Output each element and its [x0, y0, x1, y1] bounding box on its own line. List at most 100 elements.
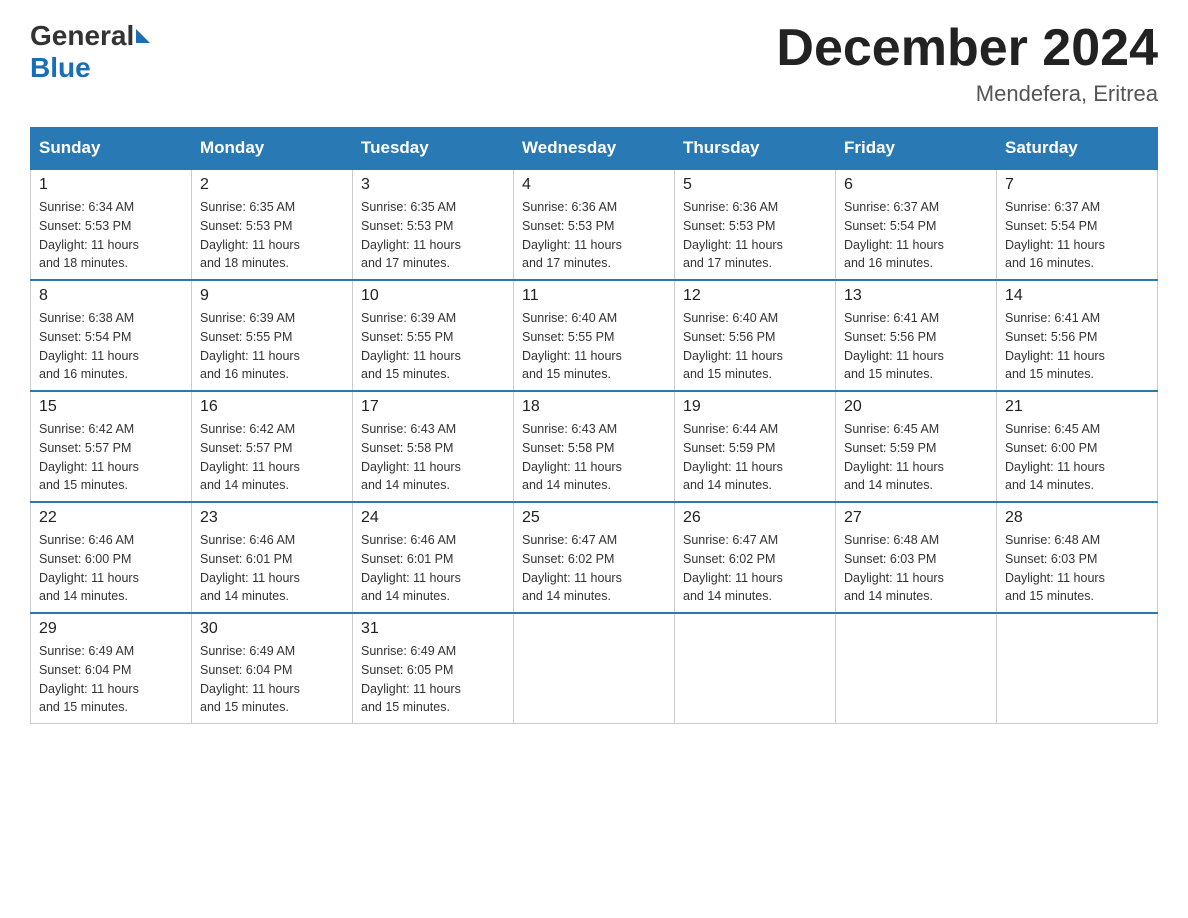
- day-number: 8: [39, 287, 183, 305]
- day-info: Sunrise: 6:35 AM Sunset: 5:53 PM Dayligh…: [361, 198, 505, 273]
- calendar-cell: 19 Sunrise: 6:44 AM Sunset: 5:59 PM Dayl…: [675, 391, 836, 502]
- logo-triangle-icon: [136, 29, 150, 43]
- day-info: Sunrise: 6:44 AM Sunset: 5:59 PM Dayligh…: [683, 420, 827, 495]
- calendar-week-row: 29 Sunrise: 6:49 AM Sunset: 6:04 PM Dayl…: [31, 613, 1158, 724]
- header-day-thursday: Thursday: [675, 128, 836, 170]
- day-info: Sunrise: 6:48 AM Sunset: 6:03 PM Dayligh…: [844, 531, 988, 606]
- day-info: Sunrise: 6:39 AM Sunset: 5:55 PM Dayligh…: [361, 309, 505, 384]
- day-number: 2: [200, 176, 344, 194]
- calendar-cell: 29 Sunrise: 6:49 AM Sunset: 6:04 PM Dayl…: [31, 613, 192, 724]
- location-subtitle: Mendefera, Eritrea: [776, 81, 1158, 107]
- calendar-week-row: 22 Sunrise: 6:46 AM Sunset: 6:00 PM Dayl…: [31, 502, 1158, 613]
- calendar-cell: 6 Sunrise: 6:37 AM Sunset: 5:54 PM Dayli…: [836, 169, 997, 280]
- day-info: Sunrise: 6:34 AM Sunset: 5:53 PM Dayligh…: [39, 198, 183, 273]
- day-number: 25: [522, 509, 666, 527]
- day-info: Sunrise: 6:38 AM Sunset: 5:54 PM Dayligh…: [39, 309, 183, 384]
- calendar-cell: 24 Sunrise: 6:46 AM Sunset: 6:01 PM Dayl…: [353, 502, 514, 613]
- calendar-cell: [997, 613, 1158, 724]
- header-day-monday: Monday: [192, 128, 353, 170]
- calendar-week-row: 15 Sunrise: 6:42 AM Sunset: 5:57 PM Dayl…: [31, 391, 1158, 502]
- day-number: 28: [1005, 509, 1149, 527]
- day-number: 17: [361, 398, 505, 416]
- calendar-cell: 26 Sunrise: 6:47 AM Sunset: 6:02 PM Dayl…: [675, 502, 836, 613]
- day-number: 10: [361, 287, 505, 305]
- day-number: 1: [39, 176, 183, 194]
- day-number: 6: [844, 176, 988, 194]
- logo-blue-text: Blue: [30, 52, 91, 83]
- calendar-header-row: SundayMondayTuesdayWednesdayThursdayFrid…: [31, 128, 1158, 170]
- day-number: 31: [361, 620, 505, 638]
- day-info: Sunrise: 6:49 AM Sunset: 6:04 PM Dayligh…: [200, 642, 344, 717]
- header-day-tuesday: Tuesday: [353, 128, 514, 170]
- day-number: 7: [1005, 176, 1149, 194]
- day-number: 27: [844, 509, 988, 527]
- day-number: 4: [522, 176, 666, 194]
- page-header: General Blue December 2024 Mendefera, Er…: [30, 20, 1158, 107]
- logo-general-text: General: [30, 20, 134, 52]
- day-info: Sunrise: 6:37 AM Sunset: 5:54 PM Dayligh…: [1005, 198, 1149, 273]
- calendar-cell: 15 Sunrise: 6:42 AM Sunset: 5:57 PM Dayl…: [31, 391, 192, 502]
- day-number: 14: [1005, 287, 1149, 305]
- calendar-cell: 14 Sunrise: 6:41 AM Sunset: 5:56 PM Dayl…: [997, 280, 1158, 391]
- calendar-cell: 21 Sunrise: 6:45 AM Sunset: 6:00 PM Dayl…: [997, 391, 1158, 502]
- calendar-cell: 5 Sunrise: 6:36 AM Sunset: 5:53 PM Dayli…: [675, 169, 836, 280]
- header-day-saturday: Saturday: [997, 128, 1158, 170]
- calendar-week-row: 8 Sunrise: 6:38 AM Sunset: 5:54 PM Dayli…: [31, 280, 1158, 391]
- header-day-sunday: Sunday: [31, 128, 192, 170]
- calendar-cell: 13 Sunrise: 6:41 AM Sunset: 5:56 PM Dayl…: [836, 280, 997, 391]
- day-info: Sunrise: 6:39 AM Sunset: 5:55 PM Dayligh…: [200, 309, 344, 384]
- day-info: Sunrise: 6:40 AM Sunset: 5:55 PM Dayligh…: [522, 309, 666, 384]
- day-number: 18: [522, 398, 666, 416]
- calendar-week-row: 1 Sunrise: 6:34 AM Sunset: 5:53 PM Dayli…: [31, 169, 1158, 280]
- day-number: 13: [844, 287, 988, 305]
- day-info: Sunrise: 6:49 AM Sunset: 6:04 PM Dayligh…: [39, 642, 183, 717]
- day-number: 30: [200, 620, 344, 638]
- calendar-cell: 28 Sunrise: 6:48 AM Sunset: 6:03 PM Dayl…: [997, 502, 1158, 613]
- calendar-cell: 4 Sunrise: 6:36 AM Sunset: 5:53 PM Dayli…: [514, 169, 675, 280]
- calendar-cell: 7 Sunrise: 6:37 AM Sunset: 5:54 PM Dayli…: [997, 169, 1158, 280]
- day-number: 3: [361, 176, 505, 194]
- day-number: 19: [683, 398, 827, 416]
- calendar-cell: 12 Sunrise: 6:40 AM Sunset: 5:56 PM Dayl…: [675, 280, 836, 391]
- calendar-cell: 8 Sunrise: 6:38 AM Sunset: 5:54 PM Dayli…: [31, 280, 192, 391]
- calendar-cell: 3 Sunrise: 6:35 AM Sunset: 5:53 PM Dayli…: [353, 169, 514, 280]
- calendar-cell: 30 Sunrise: 6:49 AM Sunset: 6:04 PM Dayl…: [192, 613, 353, 724]
- header-day-wednesday: Wednesday: [514, 128, 675, 170]
- day-number: 29: [39, 620, 183, 638]
- day-info: Sunrise: 6:46 AM Sunset: 6:00 PM Dayligh…: [39, 531, 183, 606]
- day-info: Sunrise: 6:35 AM Sunset: 5:53 PM Dayligh…: [200, 198, 344, 273]
- day-number: 11: [522, 287, 666, 305]
- day-number: 24: [361, 509, 505, 527]
- day-info: Sunrise: 6:45 AM Sunset: 6:00 PM Dayligh…: [1005, 420, 1149, 495]
- calendar-cell: 27 Sunrise: 6:48 AM Sunset: 6:03 PM Dayl…: [836, 502, 997, 613]
- day-number: 20: [844, 398, 988, 416]
- calendar-cell: 10 Sunrise: 6:39 AM Sunset: 5:55 PM Dayl…: [353, 280, 514, 391]
- calendar-cell: 22 Sunrise: 6:46 AM Sunset: 6:00 PM Dayl…: [31, 502, 192, 613]
- day-info: Sunrise: 6:49 AM Sunset: 6:05 PM Dayligh…: [361, 642, 505, 717]
- calendar-table: SundayMondayTuesdayWednesdayThursdayFrid…: [30, 127, 1158, 724]
- calendar-cell: 20 Sunrise: 6:45 AM Sunset: 5:59 PM Dayl…: [836, 391, 997, 502]
- day-number: 15: [39, 398, 183, 416]
- calendar-cell: 16 Sunrise: 6:42 AM Sunset: 5:57 PM Dayl…: [192, 391, 353, 502]
- day-number: 26: [683, 509, 827, 527]
- header-day-friday: Friday: [836, 128, 997, 170]
- day-info: Sunrise: 6:36 AM Sunset: 5:53 PM Dayligh…: [683, 198, 827, 273]
- logo: General Blue: [30, 20, 152, 84]
- day-info: Sunrise: 6:40 AM Sunset: 5:56 PM Dayligh…: [683, 309, 827, 384]
- day-number: 22: [39, 509, 183, 527]
- day-number: 23: [200, 509, 344, 527]
- day-number: 16: [200, 398, 344, 416]
- day-number: 21: [1005, 398, 1149, 416]
- calendar-cell: 18 Sunrise: 6:43 AM Sunset: 5:58 PM Dayl…: [514, 391, 675, 502]
- day-info: Sunrise: 6:48 AM Sunset: 6:03 PM Dayligh…: [1005, 531, 1149, 606]
- calendar-cell: 11 Sunrise: 6:40 AM Sunset: 5:55 PM Dayl…: [514, 280, 675, 391]
- title-section: December 2024 Mendefera, Eritrea: [776, 20, 1158, 107]
- day-number: 5: [683, 176, 827, 194]
- day-info: Sunrise: 6:37 AM Sunset: 5:54 PM Dayligh…: [844, 198, 988, 273]
- day-info: Sunrise: 6:43 AM Sunset: 5:58 PM Dayligh…: [361, 420, 505, 495]
- calendar-cell: 9 Sunrise: 6:39 AM Sunset: 5:55 PM Dayli…: [192, 280, 353, 391]
- day-info: Sunrise: 6:45 AM Sunset: 5:59 PM Dayligh…: [844, 420, 988, 495]
- calendar-cell: 25 Sunrise: 6:47 AM Sunset: 6:02 PM Dayl…: [514, 502, 675, 613]
- calendar-cell: [514, 613, 675, 724]
- day-info: Sunrise: 6:47 AM Sunset: 6:02 PM Dayligh…: [683, 531, 827, 606]
